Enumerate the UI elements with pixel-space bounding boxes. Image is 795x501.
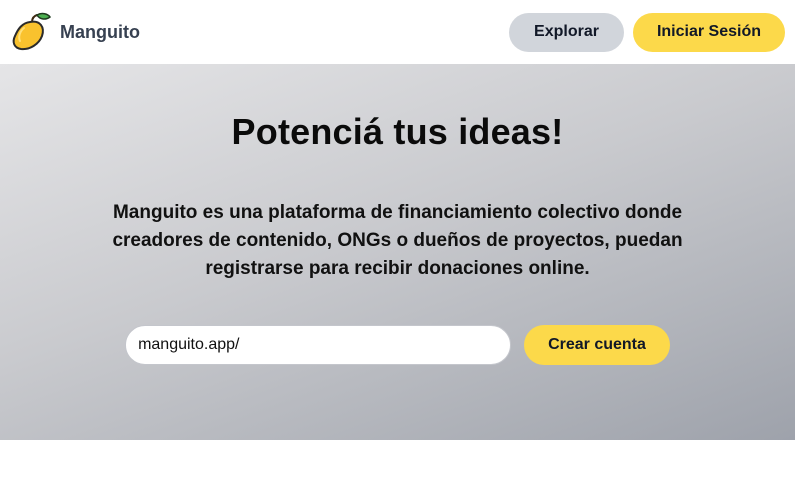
signup-form: Crear cuenta — [0, 325, 795, 365]
nav-actions: Explorar Iniciar Sesión — [509, 12, 785, 52]
explore-button[interactable]: Explorar — [509, 12, 624, 52]
login-button[interactable]: Iniciar Sesión — [632, 12, 785, 52]
brand-home-link[interactable]: Manguito — [10, 11, 140, 53]
brand-name: Manguito — [60, 21, 140, 42]
mango-icon — [12, 12, 52, 51]
hero-description: Manguito es una plataforma de financiami… — [112, 202, 683, 279]
hero-section: Potenciá tus ideas! Manguito es una plat… — [0, 64, 795, 440]
hero-title: Potenciá tus ideas! — [231, 111, 564, 152]
create-account-button[interactable]: Crear cuenta — [524, 325, 670, 365]
username-url-input[interactable] — [125, 325, 512, 365]
page-blank-area — [0, 440, 795, 501]
navbar: Manguito Explorar Iniciar Sesión — [0, 0, 795, 64]
